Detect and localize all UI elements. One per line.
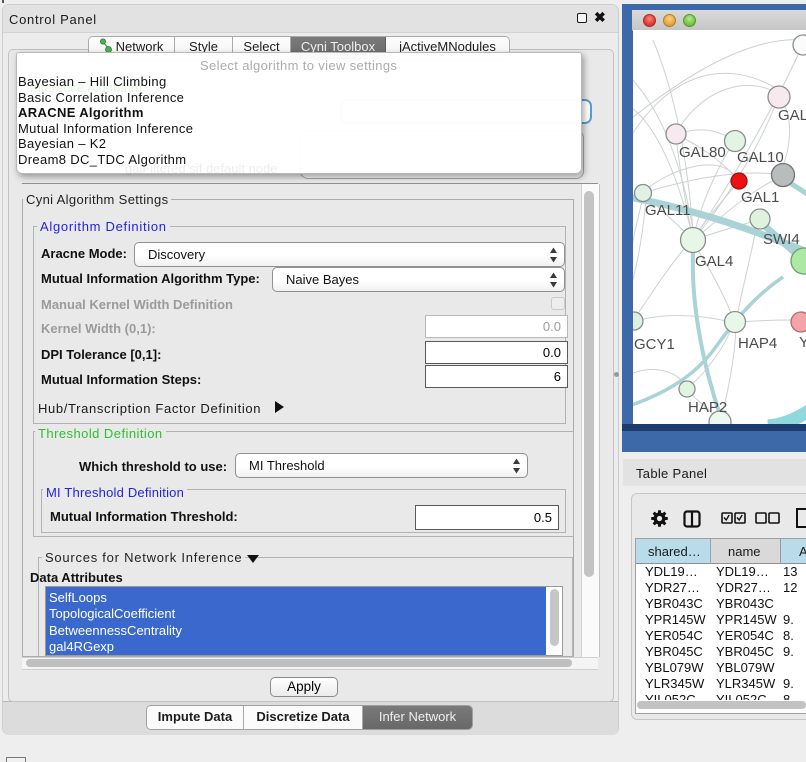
- svg-text:Y: Y: [799, 334, 806, 351]
- svg-text:GAL10: GAL10: [737, 149, 784, 166]
- svg-text:GAL80: GAL80: [679, 144, 726, 161]
- svg-text:HAP4: HAP4: [738, 335, 777, 352]
- svg-text:GAL11: GAL11: [645, 202, 691, 219]
- svg-text:GAL1: GAL1: [741, 189, 779, 206]
- svg-text:GAL7: GAL7: [778, 107, 806, 124]
- svg-text:GCY1: GCY1: [634, 336, 675, 353]
- svg-text:SWI4: SWI4: [763, 231, 800, 248]
- svg-text:HAP2: HAP2: [688, 399, 727, 416]
- svg-text:GAL4: GAL4: [695, 253, 733, 270]
